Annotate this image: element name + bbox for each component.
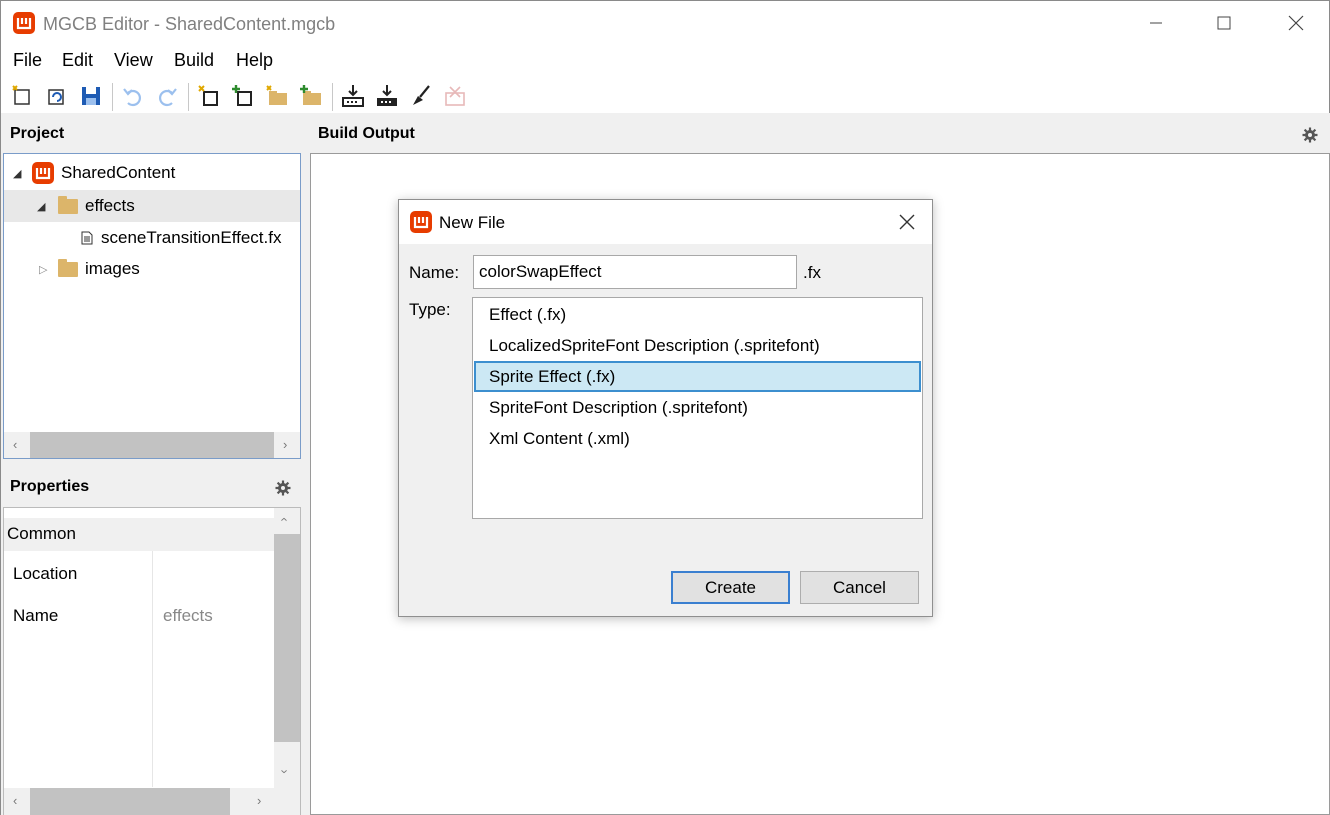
tree-label-file: sceneTransitionEffect.fx: [101, 228, 282, 247]
close-button[interactable]: [1267, 1, 1325, 45]
properties-panel-title: Properties: [10, 478, 90, 495]
name-input[interactable]: [473, 255, 797, 289]
toolbar: [1, 79, 1329, 113]
property-group-header: Common: [4, 518, 274, 551]
scrollbar-thumb[interactable]: [30, 432, 274, 458]
tree-node-root[interactable]: ◢ SharedContent: [4, 157, 300, 189]
clean-icon[interactable]: [408, 83, 434, 109]
type-item[interactable]: LocalizedSpriteFont Description (.sprite…: [474, 331, 921, 361]
menu-help[interactable]: Help: [236, 50, 273, 71]
save-icon[interactable]: [78, 83, 104, 109]
expand-icon[interactable]: ▷: [39, 263, 47, 276]
dialog-title-bar: New File: [399, 200, 932, 244]
menu-edit[interactable]: Edit: [62, 50, 93, 71]
close-icon[interactable]: [899, 214, 915, 230]
vertical-scrollbar[interactable]: › ›: [274, 508, 300, 788]
menu-bar: File Edit View Build Help: [1, 47, 1329, 75]
scroll-down-icon[interactable]: ›: [278, 769, 293, 773]
folder-icon: [58, 259, 78, 277]
monogame-logo-icon: [13, 12, 35, 34]
minimize-icon: [1150, 22, 1162, 24]
undo-icon[interactable]: [120, 83, 146, 109]
property-group-label: Common: [7, 524, 76, 543]
property-value-name[interactable]: effects: [163, 606, 213, 626]
create-button[interactable]: Create: [671, 571, 790, 604]
type-item[interactable]: SpriteFont Description (.spritefont): [474, 393, 921, 423]
menu-view[interactable]: View: [114, 50, 153, 71]
tree-node-effects[interactable]: ◢ effects: [4, 190, 300, 222]
type-list[interactable]: Effect (.fx) LocalizedSpriteFont Descrip…: [472, 297, 923, 519]
toolbar-separator: [188, 83, 189, 111]
add-existing-item-icon[interactable]: [230, 83, 256, 109]
scrollbar-thumb[interactable]: [274, 534, 300, 742]
file-icon: [81, 231, 93, 245]
toolbar-separator: [112, 83, 113, 111]
scroll-up-icon[interactable]: ›: [276, 517, 291, 521]
build-output-header-bar: [303, 113, 1330, 153]
property-name-name: Name: [13, 606, 59, 625]
scroll-right-icon[interactable]: ›: [257, 793, 261, 808]
new-project-icon[interactable]: [10, 83, 36, 109]
scroll-left-icon[interactable]: ‹: [13, 793, 17, 808]
type-label: Type:: [409, 300, 451, 319]
new-item-icon[interactable]: [196, 83, 222, 109]
extension-label: .fx: [803, 263, 821, 282]
app-window: MGCB Editor - SharedContent.mgcb File Ed…: [0, 0, 1330, 815]
close-icon: [1288, 15, 1304, 31]
new-folder-icon[interactable]: [264, 83, 290, 109]
monogame-logo-icon: [32, 162, 54, 184]
project-panel-title: Project: [10, 125, 65, 142]
menu-file[interactable]: File: [13, 50, 42, 71]
monogame-logo-icon: [410, 211, 432, 233]
tree-label-images: images: [85, 259, 140, 278]
horizontal-scrollbar[interactable]: ‹ ›: [4, 432, 300, 458]
tree-label-effects: effects: [85, 196, 135, 215]
new-file-dialog: New File Name: .fx Type: Effect (.fx) Lo…: [398, 199, 933, 617]
scrollbar-thumb[interactable]: [30, 788, 230, 815]
name-label: Name:: [409, 263, 460, 282]
add-existing-folder-icon[interactable]: [298, 83, 324, 109]
collapse-icon[interactable]: ◢: [37, 200, 45, 213]
project-tree: ◢ SharedContent ◢ effects sceneTransitio…: [3, 153, 301, 459]
tree-node-images[interactable]: ▷ images: [4, 253, 300, 285]
folder-icon: [58, 196, 78, 214]
toolbar-separator: [332, 83, 333, 111]
property-name-location: Location: [13, 564, 78, 583]
maximize-icon: [1217, 16, 1231, 30]
minimize-button[interactable]: [1127, 1, 1185, 45]
properties-grid: Common Location Name effects › › ‹ ›: [3, 507, 301, 815]
window-title: MGCB Editor - SharedContent.mgcb: [43, 14, 336, 34]
maximize-button[interactable]: [1195, 1, 1253, 45]
build-icon[interactable]: [340, 83, 366, 109]
dialog-title: New File: [439, 213, 506, 232]
gear-icon[interactable]: [1302, 127, 1318, 143]
type-item-selected[interactable]: Sprite Effect (.fx): [474, 361, 921, 392]
property-column-divider: [152, 551, 153, 787]
horizontal-scrollbar[interactable]: ‹ ›: [4, 788, 300, 815]
type-item[interactable]: Effect (.fx): [474, 300, 921, 330]
rebuild-icon[interactable]: [374, 83, 400, 109]
redo-icon[interactable]: [154, 83, 180, 109]
scroll-left-icon[interactable]: ‹: [13, 437, 17, 452]
collapse-icon[interactable]: ◢: [13, 167, 21, 180]
tree-label-root: SharedContent: [61, 163, 176, 182]
cancel-button[interactable]: Cancel: [800, 571, 919, 604]
scroll-right-icon[interactable]: ›: [283, 437, 287, 452]
tree-node-file[interactable]: sceneTransitionEffect.fx: [4, 222, 300, 254]
cancel-build-icon[interactable]: [442, 83, 468, 109]
gear-icon[interactable]: [275, 480, 291, 496]
build-output-title: Build Output: [318, 125, 415, 142]
menu-build[interactable]: Build: [174, 50, 214, 71]
title-bar: MGCB Editor - SharedContent.mgcb: [1, 1, 1329, 45]
open-project-icon[interactable]: [44, 83, 70, 109]
type-item[interactable]: Xml Content (.xml): [474, 424, 921, 454]
